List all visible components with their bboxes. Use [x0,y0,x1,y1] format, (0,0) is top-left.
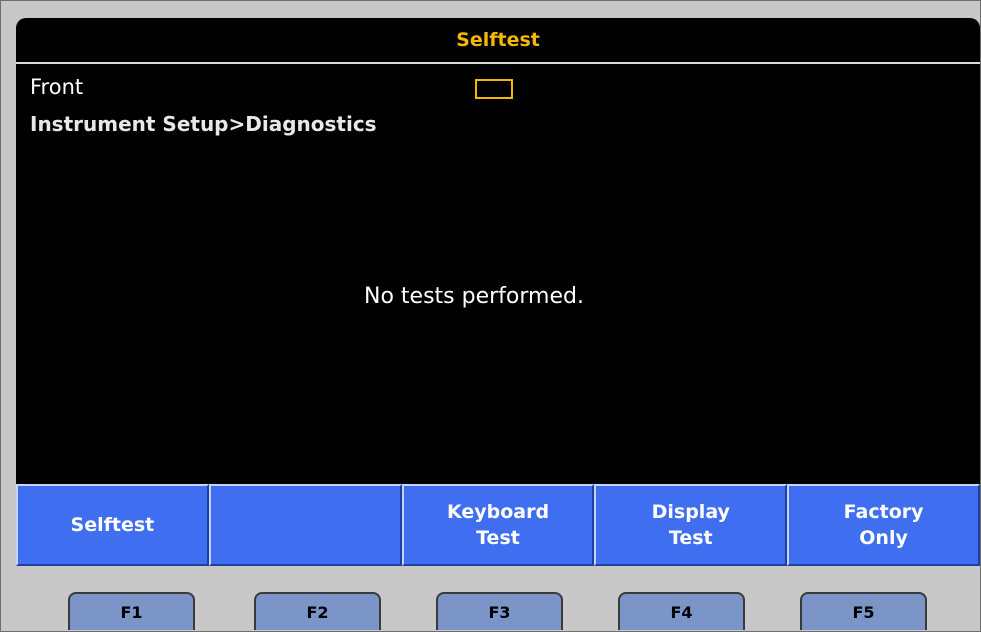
function-key-row: F1 F2 F3 F4 F5 [16,592,980,632]
display-screen: Selftest Front Instrument Setup>Diagnost… [16,18,980,566]
f5-key[interactable]: F5 [800,592,927,630]
status-indicator-box [475,79,513,99]
f2-key[interactable]: F2 [254,592,381,630]
title-bar: Selftest [16,18,980,64]
title-divider [16,62,980,64]
softkey-factory-only[interactable]: Factory Only [787,484,980,566]
front-rear-indicator-label: Front [30,75,84,99]
screen-title: Selftest [456,29,540,51]
test-status-message: No tests performed. [364,284,584,309]
softkey-display-test[interactable]: Display Test [594,484,788,566]
f1-key[interactable]: F1 [68,592,195,630]
breadcrumb: Instrument Setup>Diagnostics [30,112,377,136]
softkey-bar: Selftest Keyboard Test Display Test Fact… [16,484,980,566]
softkey-blank[interactable] [208,484,402,566]
f4-key[interactable]: F4 [618,592,745,630]
f3-key[interactable]: F3 [436,592,563,630]
softkey-selftest[interactable]: Selftest [16,484,209,566]
softkey-keyboard-test[interactable]: Keyboard Test [401,484,595,566]
